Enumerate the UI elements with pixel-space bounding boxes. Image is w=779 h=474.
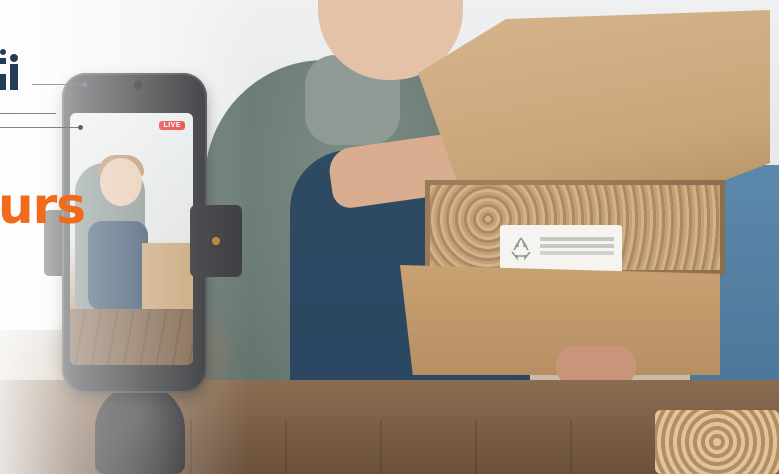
live-badge: LIVE xyxy=(159,121,185,130)
tripod xyxy=(95,384,185,474)
phone-mount xyxy=(190,205,242,277)
recycle-icon xyxy=(511,237,531,261)
screen-apron xyxy=(88,221,148,311)
camera-icon xyxy=(134,81,142,89)
connector-line xyxy=(0,113,56,114)
screen-box xyxy=(142,243,193,313)
connector-line xyxy=(32,82,87,87)
promo-banner: LIVE urs xyxy=(0,0,779,474)
box-label-text xyxy=(540,237,614,241)
nut-tray xyxy=(655,410,779,474)
screen-face xyxy=(100,158,142,206)
screen-table xyxy=(70,309,193,365)
brand-text: urs xyxy=(0,177,86,235)
brand-logo-icon xyxy=(0,49,18,90)
phone-screen: LIVE xyxy=(70,113,193,365)
mount-knob xyxy=(212,237,220,245)
box-label xyxy=(500,225,622,273)
connector-line xyxy=(0,125,83,130)
